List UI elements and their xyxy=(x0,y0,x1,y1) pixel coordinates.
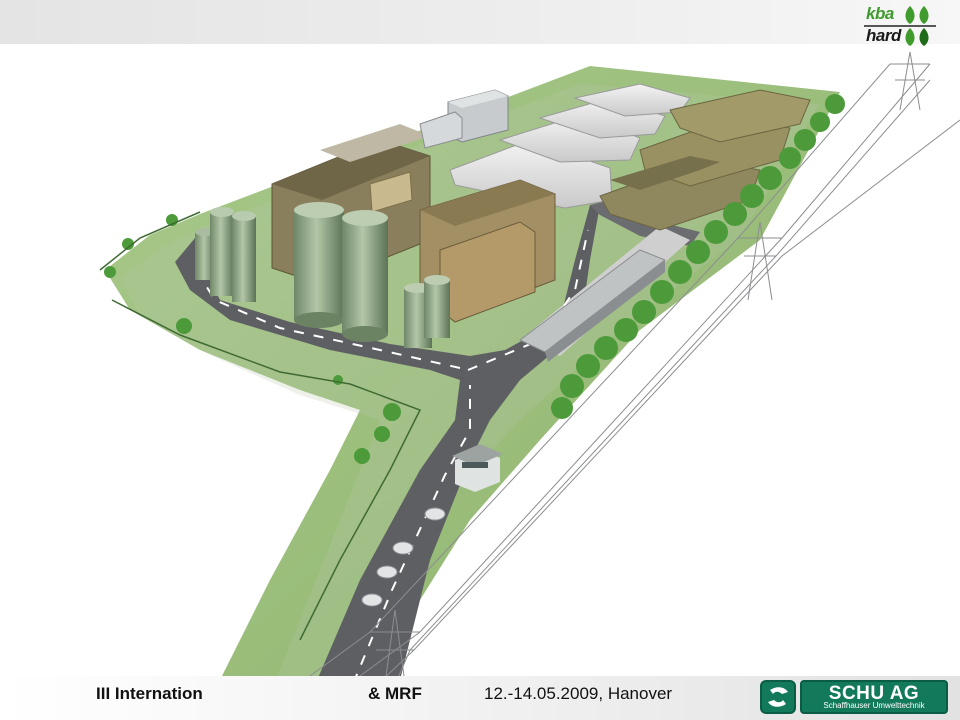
kba-hard-logo: kba hard xyxy=(864,2,956,50)
conference-date-location: 12.-14.05.2009, Hanover xyxy=(484,684,673,703)
conference-suffix: & MRF xyxy=(368,684,422,703)
schu-wordmark: SCHU AG Schaffhauser Umwelttechnik xyxy=(800,680,948,714)
company-subtitle: Schaffhauser Umwelttechnik xyxy=(823,701,925,710)
logo-hard-text: hard xyxy=(866,26,901,45)
conference-title: III Internation xyxy=(96,684,203,703)
schu-emblem-icon xyxy=(760,680,796,714)
logo-kba-text: kba xyxy=(866,4,894,23)
header-band xyxy=(0,0,960,44)
plant-aerial-render xyxy=(99,51,960,720)
schu-ag-logo: SCHU AG Schaffhauser Umwelttechnik xyxy=(760,678,950,716)
